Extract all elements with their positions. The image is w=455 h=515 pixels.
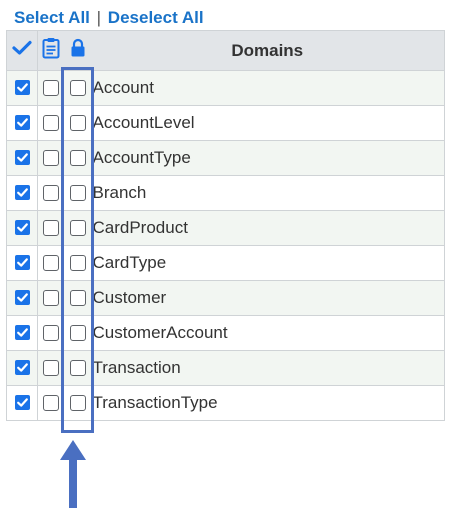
domain-name: Transaction <box>90 350 445 386</box>
domain-name: TransactionType <box>90 385 445 421</box>
domain-name: AccountLevel <box>90 105 445 141</box>
select-cell <box>6 280 38 316</box>
table-header-row: Domains <box>6 30 445 71</box>
doc-checkbox[interactable] <box>43 324 60 341</box>
domain-name: CustomerAccount <box>90 315 445 351</box>
lock-checkbox[interactable] <box>69 394 86 411</box>
doc-cell <box>37 385 65 421</box>
table-row: TransactionType <box>6 385 445 421</box>
doc-checkbox[interactable] <box>43 114 60 131</box>
select-cell <box>6 245 38 281</box>
checkmark-icon <box>12 40 32 61</box>
lock-checkbox[interactable] <box>69 149 86 166</box>
doc-checkbox[interactable] <box>43 79 60 96</box>
domains-table: Domains Account AccountLevel AccountType Br… <box>6 30 445 421</box>
doc-checkbox[interactable] <box>43 394 60 411</box>
lock-cell <box>64 210 91 246</box>
doc-cell <box>37 140 65 176</box>
domain-name: Customer <box>90 280 445 316</box>
domain-name: Account <box>90 70 445 106</box>
lock-column-header[interactable] <box>64 30 91 71</box>
lock-cell <box>64 105 91 141</box>
select-cell <box>6 210 38 246</box>
lock-icon <box>70 38 86 63</box>
lock-checkbox[interactable] <box>69 219 86 236</box>
lock-checkbox[interactable] <box>69 79 86 96</box>
lock-cell <box>64 245 91 281</box>
lock-checkbox[interactable] <box>69 289 86 306</box>
select-checkbox[interactable] <box>14 115 30 131</box>
table-row: CardProduct <box>6 210 445 246</box>
select-checkbox[interactable] <box>14 80 30 96</box>
lock-cell <box>64 385 91 421</box>
lock-checkbox[interactable] <box>69 114 86 131</box>
select-column-header[interactable] <box>6 30 38 71</box>
domain-name: CardProduct <box>90 210 445 246</box>
domain-name: Branch <box>90 175 445 211</box>
table-row: Account <box>6 70 445 106</box>
lock-cell <box>64 175 91 211</box>
doc-cell <box>37 175 65 211</box>
select-checkbox[interactable] <box>14 255 30 271</box>
select-checkbox[interactable] <box>14 220 30 236</box>
doc-cell <box>37 315 65 351</box>
doc-column-header[interactable] <box>37 30 65 71</box>
doc-checkbox[interactable] <box>43 219 60 236</box>
domains-column-header[interactable]: Domains <box>90 30 445 71</box>
lock-checkbox[interactable] <box>69 359 86 376</box>
select-cell <box>6 315 38 351</box>
lock-cell <box>64 315 91 351</box>
deselect-all-link[interactable]: Deselect All <box>108 8 204 27</box>
select-cell <box>6 350 38 386</box>
lock-cell <box>64 140 91 176</box>
doc-cell <box>37 105 65 141</box>
select-checkbox[interactable] <box>14 395 30 411</box>
select-cell <box>6 175 38 211</box>
select-cell <box>6 70 38 106</box>
table-row: AccountLevel <box>6 105 445 141</box>
select-checkbox[interactable] <box>14 185 30 201</box>
doc-cell <box>37 70 65 106</box>
doc-cell <box>37 350 65 386</box>
lock-cell <box>64 70 91 106</box>
select-cell <box>6 105 38 141</box>
lock-checkbox[interactable] <box>69 184 86 201</box>
domain-name: CardType <box>90 245 445 281</box>
select-cell <box>6 140 38 176</box>
lock-checkbox[interactable] <box>69 324 86 341</box>
doc-cell <box>37 280 65 316</box>
selection-links: Select All | Deselect All <box>14 8 204 28</box>
select-all-link[interactable]: Select All <box>14 8 90 27</box>
table-row: Transaction <box>6 350 445 386</box>
select-checkbox[interactable] <box>14 360 30 376</box>
table-row: CustomerAccount <box>6 315 445 351</box>
annotation-arrow-icon <box>58 440 88 515</box>
table-row: Customer <box>6 280 445 316</box>
lock-cell <box>64 280 91 316</box>
select-checkbox[interactable] <box>14 325 30 341</box>
table-row: Branch <box>6 175 445 211</box>
table-row: CardType <box>6 245 445 281</box>
select-checkbox[interactable] <box>14 290 30 306</box>
lock-checkbox[interactable] <box>69 254 86 271</box>
doc-checkbox[interactable] <box>43 184 60 201</box>
doc-cell <box>37 245 65 281</box>
domain-name: AccountType <box>90 140 445 176</box>
doc-checkbox[interactable] <box>43 254 60 271</box>
clipboard-icon <box>42 37 60 64</box>
doc-checkbox[interactable] <box>43 359 60 376</box>
doc-checkbox[interactable] <box>43 289 60 306</box>
doc-cell <box>37 210 65 246</box>
doc-checkbox[interactable] <box>43 149 60 166</box>
lock-cell <box>64 350 91 386</box>
table-row: AccountType <box>6 140 445 176</box>
select-cell <box>6 385 38 421</box>
link-separator: | <box>96 8 102 27</box>
select-checkbox[interactable] <box>14 150 30 166</box>
